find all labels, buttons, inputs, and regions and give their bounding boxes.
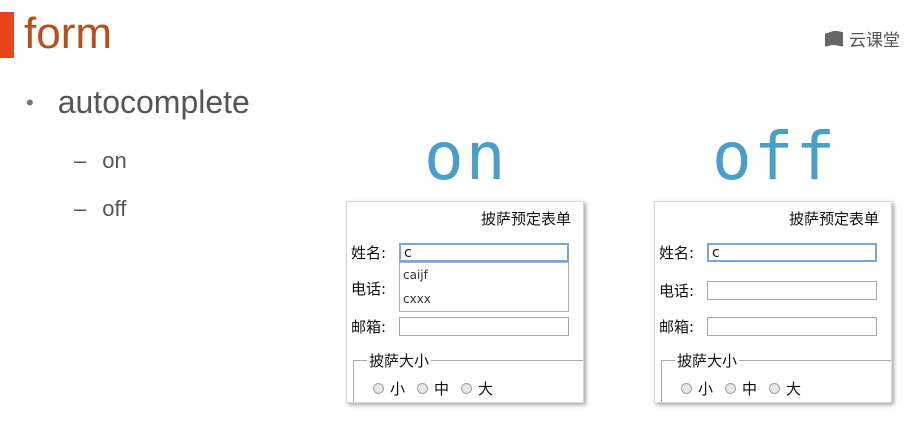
form-title: 披萨预定表单 xyxy=(788,210,879,228)
radio-icon[interactable] xyxy=(681,383,692,394)
email-input[interactable] xyxy=(707,317,877,336)
radio-label: 中 xyxy=(434,380,450,398)
size-radio-group: 小 中 大 xyxy=(373,378,493,399)
title-accent-bar xyxy=(0,12,14,58)
bullet-text: autocomplete xyxy=(57,84,250,120)
big-label-text: off xyxy=(712,118,838,195)
slide-title: form xyxy=(24,9,112,58)
fieldset-legend: 披萨大小 xyxy=(675,350,740,371)
field-label: 姓名: xyxy=(351,244,387,262)
sub-bullet-text: on xyxy=(102,148,127,173)
radio-label: 小 xyxy=(698,380,714,398)
form-title: 披萨预定表单 xyxy=(480,210,571,228)
field-row-phone: 电话: xyxy=(659,280,877,301)
size-option-medium[interactable]: 中 xyxy=(417,378,449,399)
field-row-phone: 电话: xyxy=(351,278,399,299)
autocomplete-option[interactable]: caijf xyxy=(400,263,568,287)
autocomplete-dropdown: caijf cxxx xyxy=(399,262,569,312)
field-label: 电话: xyxy=(351,280,387,298)
field-row-name: 姓名: c xyxy=(351,242,569,263)
field-row-email: 邮箱: xyxy=(351,316,569,337)
form-panel-off: 披萨预定表单 姓名: c 电话: 邮箱: 披萨大小 小 中 大 xyxy=(654,201,892,403)
brand-logo: 云课堂 xyxy=(825,26,900,51)
sub-bullet-on: – on xyxy=(74,148,127,174)
autocomplete-option[interactable]: cxxx xyxy=(400,287,568,311)
big-label-text: on xyxy=(424,118,508,195)
dash-icon: – xyxy=(74,196,87,221)
size-option-small[interactable]: 小 xyxy=(373,378,405,399)
size-option-large[interactable]: 大 xyxy=(769,378,801,399)
field-label: 姓名: xyxy=(659,244,695,262)
phone-input[interactable] xyxy=(707,281,877,300)
big-label-off: off xyxy=(712,124,837,190)
radio-icon[interactable] xyxy=(373,383,384,394)
dash-icon: – xyxy=(74,148,87,173)
radio-label: 大 xyxy=(786,380,802,398)
radio-label: 大 xyxy=(478,380,494,398)
radio-icon[interactable] xyxy=(769,383,781,394)
size-option-medium[interactable]: 中 xyxy=(725,378,757,399)
field-label: 邮箱: xyxy=(351,318,387,336)
field-row-name: 姓名: c xyxy=(659,242,877,263)
sub-bullet-text: off xyxy=(102,196,127,221)
email-input[interactable] xyxy=(399,317,569,336)
name-input[interactable]: c xyxy=(399,243,569,262)
bullet-dot-icon: • xyxy=(26,89,34,115)
field-row-email: 邮箱: xyxy=(659,316,877,337)
size-option-large[interactable]: 大 xyxy=(461,378,493,399)
size-radio-group: 小 中 大 xyxy=(681,378,801,399)
radio-label: 小 xyxy=(390,380,406,398)
field-label: 邮箱: xyxy=(659,318,695,336)
radio-icon[interactable] xyxy=(417,383,429,394)
name-input[interactable]: c xyxy=(707,243,877,262)
radio-label: 中 xyxy=(742,380,758,398)
book-icon xyxy=(825,30,843,47)
bullet-autocomplete: • autocomplete xyxy=(26,84,250,121)
fieldset-legend: 披萨大小 xyxy=(367,350,432,371)
radio-icon[interactable] xyxy=(725,383,737,394)
sub-bullet-off: – off xyxy=(74,196,126,222)
big-label-on: on xyxy=(424,124,507,190)
field-label: 电话: xyxy=(659,282,695,300)
form-panel-on: 披萨预定表单 姓名: c caijf cxxx 电话: 邮箱: 披萨大小 小 中… xyxy=(346,201,584,403)
radio-icon[interactable] xyxy=(461,383,473,394)
size-option-small[interactable]: 小 xyxy=(681,378,713,399)
brand-name: 云课堂 xyxy=(849,31,900,51)
